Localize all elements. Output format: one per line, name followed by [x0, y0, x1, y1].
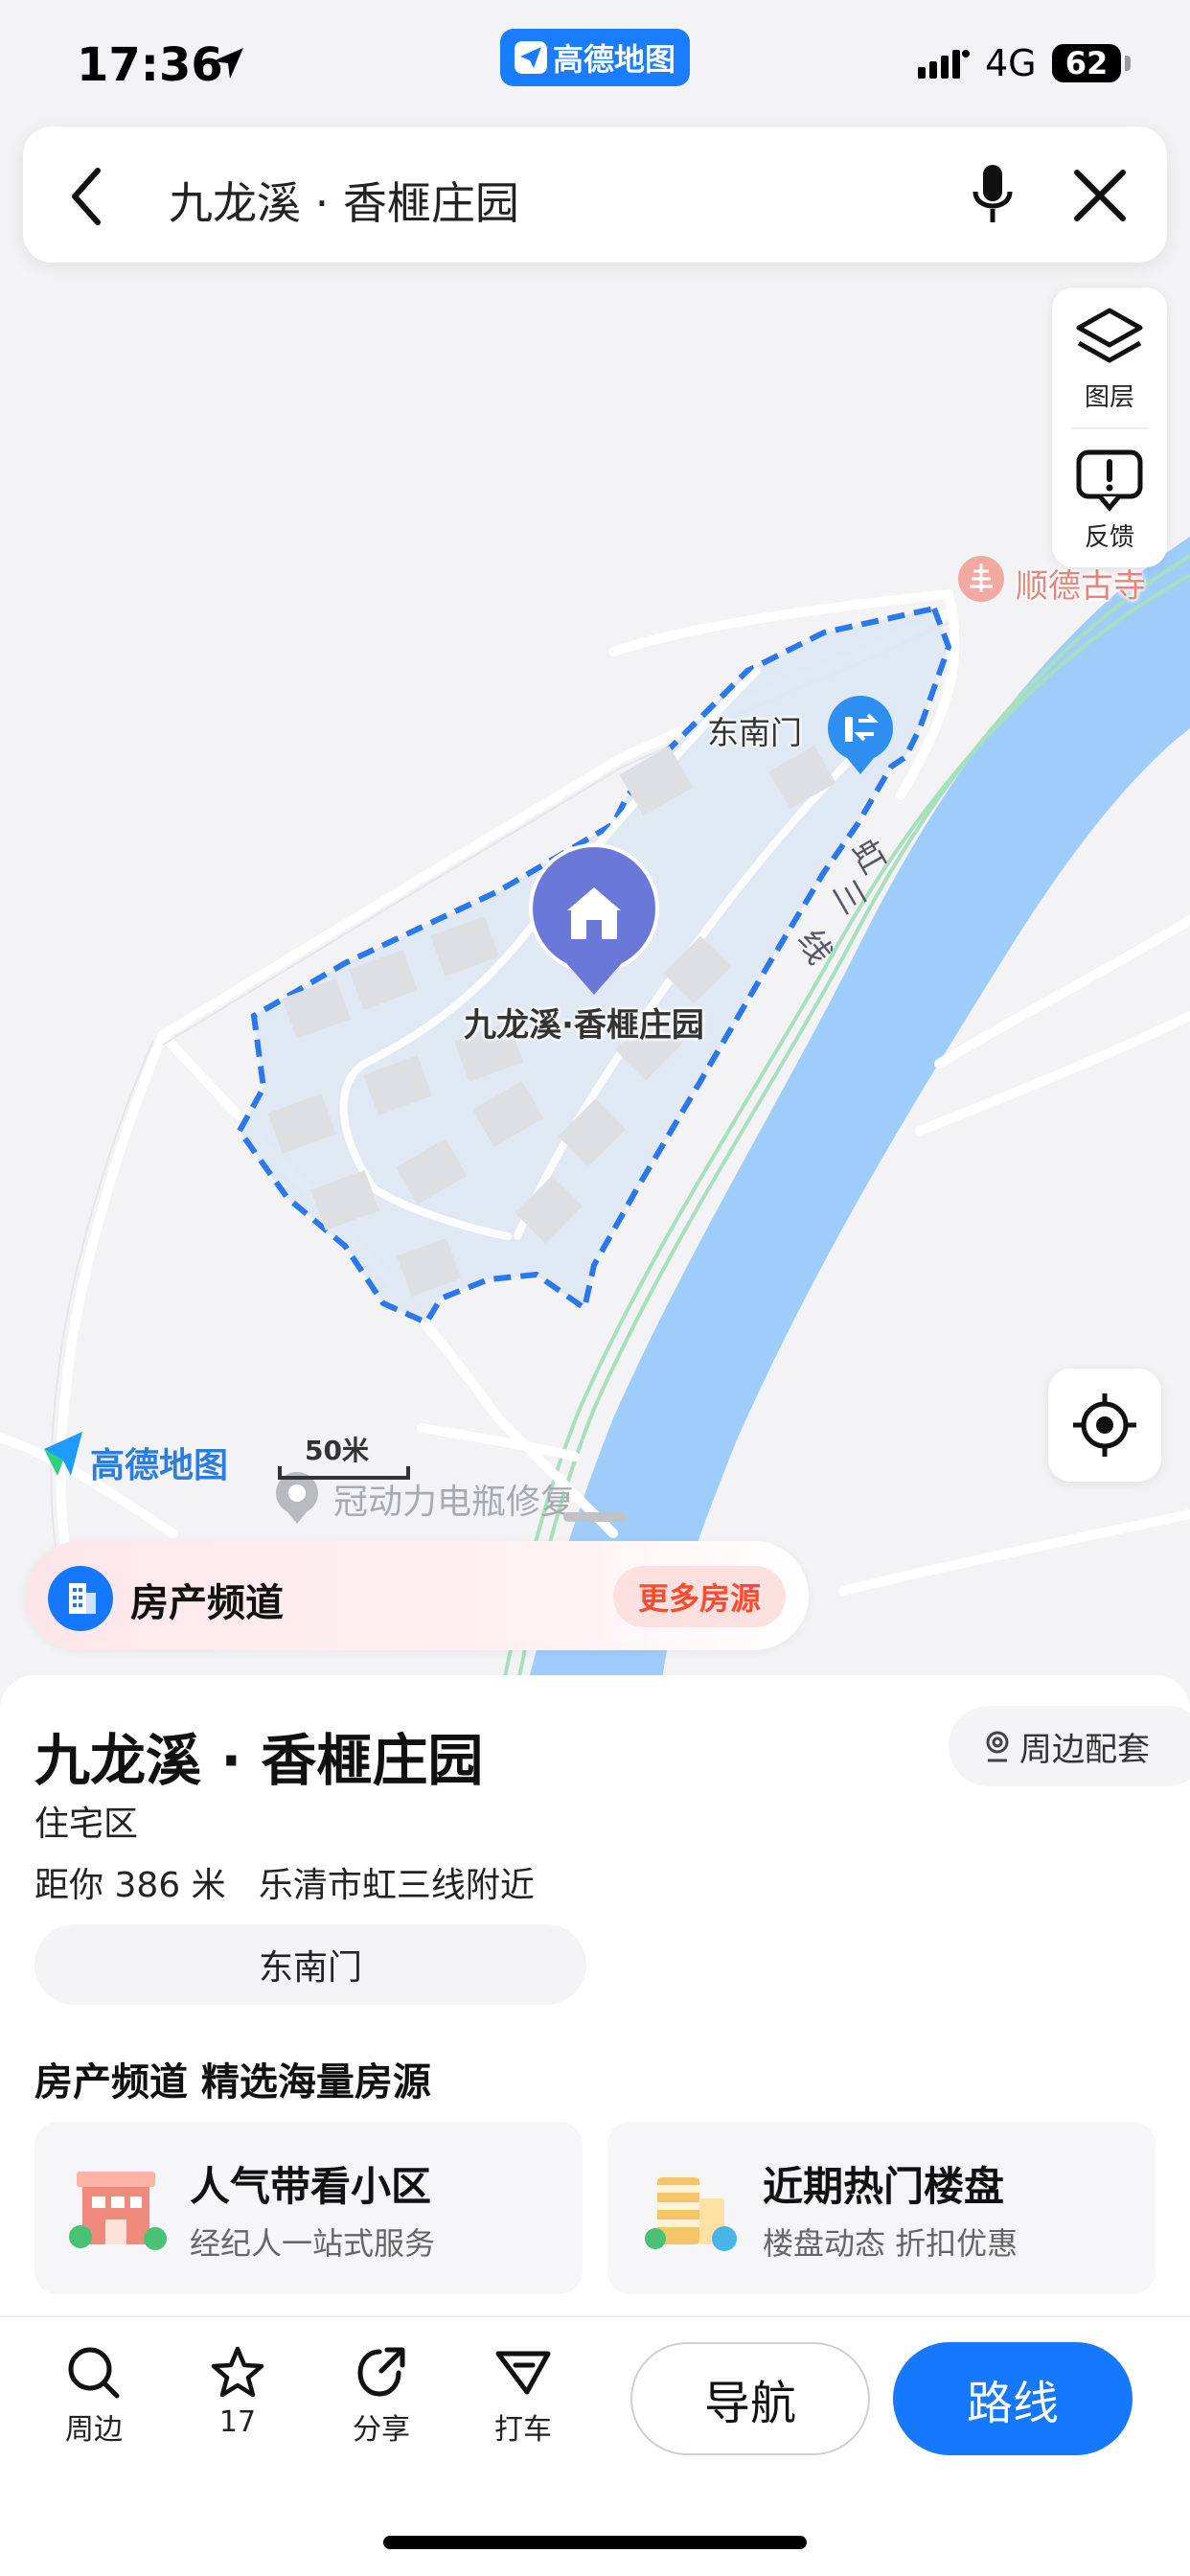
tab-share-label: 分享	[353, 2413, 410, 2447]
popular-community-subtitle: 经纪人一站式服务	[190, 2225, 436, 2262]
tab-share[interactable]: 分享	[324, 2344, 439, 2448]
temple-icon	[958, 556, 1004, 602]
feedback-icon[interactable]	[1075, 447, 1144, 514]
shop-label[interactable]: 冠动力电瓶修复	[333, 1474, 575, 1524]
popular-community-title: 人气带看小区	[190, 2163, 432, 2210]
search-icon	[68, 2347, 120, 2399]
status-time: 17:36	[77, 38, 223, 92]
route-button[interactable]: 路线	[893, 2342, 1133, 2455]
star-icon	[211, 2346, 264, 2398]
location-arrow-icon	[213, 48, 243, 79]
battery-cap	[1125, 56, 1131, 71]
scale-label: 50米	[305, 1435, 369, 1466]
layers-label[interactable]: 图层	[1052, 378, 1167, 413]
feedback-label[interactable]: 反馈	[1052, 518, 1167, 553]
pin-outline-icon	[986, 1731, 1009, 1762]
nearby-facilities-button[interactable]: 周边配套	[949, 1706, 1190, 1786]
share-icon	[357, 2347, 405, 2397]
nearby-facilities-label: 周边配套	[1019, 1730, 1150, 1769]
gate-label[interactable]: 东南门	[707, 707, 802, 753]
back-to-app-badge[interactable]: 高德地图	[500, 29, 690, 86]
hot-properties-subtitle: 楼盘动态 折扣优惠	[763, 2225, 1018, 2262]
app-badge-label: 高德地图	[552, 41, 675, 78]
home-indicator[interactable]	[383, 2536, 807, 2549]
layers-icon[interactable]	[1075, 305, 1144, 372]
poi-distance-address: 距你 386 米 乐清市虹三线附近	[34, 1866, 535, 1905]
tab-favorite-count: 17	[218, 2405, 257, 2439]
hot-properties-icon	[645, 2177, 737, 2251]
building-icon	[48, 1566, 113, 1631]
tab-taxi[interactable]: 打车	[466, 2344, 581, 2448]
battery-level: 62	[1052, 44, 1121, 82]
poi-title: 九龙溪 · 香榧庄园	[34, 1728, 484, 1793]
community-building-icon	[69, 2172, 167, 2250]
locate-icon[interactable]	[1069, 1390, 1140, 1460]
gate-chip[interactable]: 东南门	[34, 1924, 586, 2005]
search-query[interactable]: 九龙溪 · 香榧庄园	[169, 169, 519, 232]
amap-badge-icon	[514, 41, 547, 74]
tab-favorite[interactable]: 17	[180, 2344, 295, 2439]
poi-marker-label[interactable]: 九龙溪·香榧庄园	[464, 999, 704, 1046]
microphone-icon[interactable]	[968, 161, 1018, 230]
navigate-button[interactable]: 导航	[630, 2342, 870, 2455]
tab-nearby-label: 周边	[65, 2413, 123, 2447]
taxi-icon	[495, 2351, 551, 2395]
poi-type: 住宅区	[34, 1805, 139, 1844]
house-channel-title: 房产频道	[130, 1581, 284, 1625]
more-listings-button[interactable]: 更多房源	[613, 1566, 786, 1627]
signal-icon	[918, 50, 970, 79]
tab-taxi-label: 打车	[494, 2413, 552, 2447]
network-type: 4G	[985, 42, 1037, 84]
close-icon[interactable]	[1071, 167, 1129, 224]
controls-divider	[1071, 427, 1148, 429]
sheet-handle[interactable]	[563, 1512, 627, 1522]
house-section-title: 房产频道 精选海量房源	[34, 2060, 431, 2104]
amap-watermark: 高德地图	[90, 1446, 229, 1485]
tab-nearby[interactable]: 周边	[36, 2344, 151, 2448]
back-icon[interactable]	[63, 163, 111, 230]
tabbar-divider	[0, 2315, 1190, 2317]
hot-properties-title: 近期热门楼盘	[763, 2163, 1005, 2210]
